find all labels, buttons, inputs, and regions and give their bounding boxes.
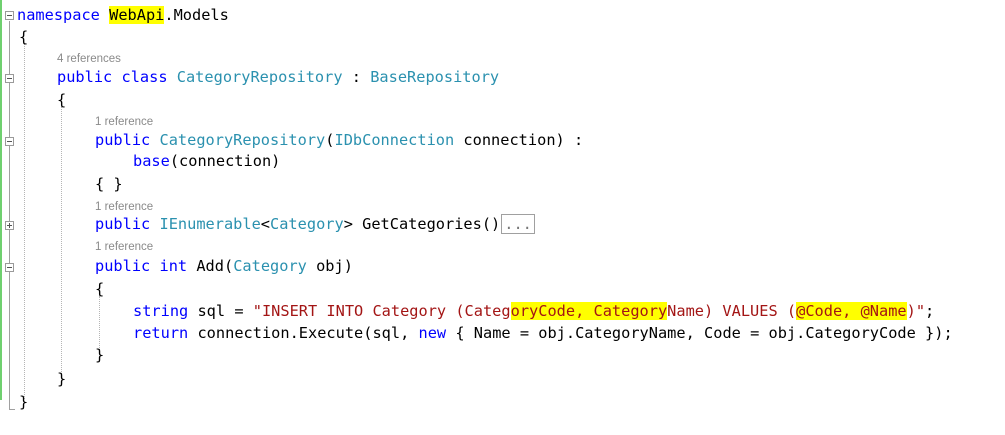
codelens-references[interactable]: 4 references <box>57 52 121 66</box>
code-line-sql-string: string sql = "INSERT INTO Category (Cate… <box>133 302 935 320</box>
collapse-constructor-icon[interactable] <box>5 137 14 146</box>
code-line-brace: } <box>95 346 105 364</box>
code-line-base-call: base(connection) <box>133 152 281 170</box>
change-indicator-bar <box>0 0 2 400</box>
code-line-brace: { <box>19 28 29 46</box>
code-line-brace: { <box>57 91 67 109</box>
expand-method-icon[interactable] <box>5 221 14 230</box>
indent-guide <box>61 107 62 372</box>
code-editor[interactable]: namespace WebApi.Models { 4 references p… <box>0 0 1005 435</box>
code-line-getcategories: public IEnumerable<Category> GetCategori… <box>95 214 535 235</box>
code-line-constructor: public CategoryRepository(IDbConnection … <box>95 131 584 149</box>
collapsed-region-button[interactable]: ... <box>501 214 535 234</box>
outline-end-tick <box>9 409 15 410</box>
codelens-references[interactable]: 1 reference <box>95 240 153 254</box>
collapse-method-icon[interactable] <box>5 263 14 272</box>
code-line-brace: { <box>95 280 105 298</box>
code-line-namespace: namespace WebApi.Models <box>17 6 229 24</box>
code-line-class: public class CategoryRepository : BaseRe… <box>57 68 500 86</box>
indent-guide <box>24 44 25 399</box>
code-line-add-method: public int Add(Category obj) <box>95 257 353 275</box>
codelens-references[interactable]: 1 reference <box>95 115 153 129</box>
collapse-namespace-icon[interactable] <box>5 11 14 20</box>
code-line-return: return connection.Execute(sql, new { Nam… <box>133 324 953 342</box>
collapse-class-icon[interactable] <box>5 74 14 83</box>
codelens-references[interactable]: 1 reference <box>95 200 153 214</box>
code-line-brace: } <box>19 393 29 411</box>
code-line-empty-body: { } <box>95 175 123 193</box>
code-line-brace: } <box>57 370 67 388</box>
